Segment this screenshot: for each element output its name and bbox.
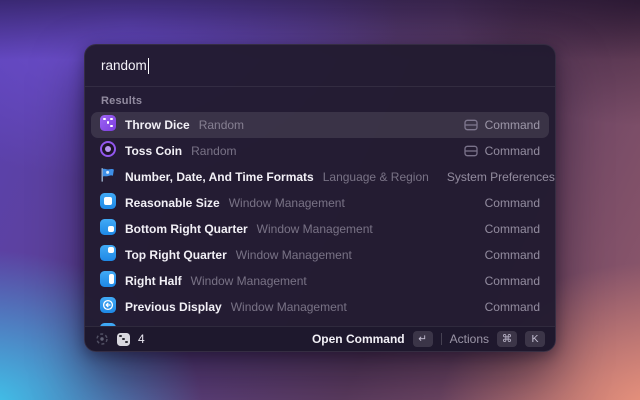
wm-reasonable-size-icon [100,192,116,214]
result-row[interactable]: Top Right Quarter Window Management Comman… [91,242,549,268]
result-subtitle: Random [198,118,245,132]
result-title: Number, Date, And Time Formats [125,170,314,184]
wm-previous-display-icon [100,296,116,318]
result-subtitle: Language & Region [322,170,429,184]
command-type-icon [463,119,478,131]
results-section-header: Results [101,95,143,107]
result-row[interactable]: Previous Display Window Management Command [91,294,549,320]
result-title: Throw Dice [125,118,190,132]
result-type-label: Command [484,196,540,210]
open-command-button[interactable]: Open Command [312,332,405,346]
result-type-label: System Preferences [446,170,555,184]
command-type-icon [463,145,478,157]
result-row[interactable]: Bottom Right Quarter Window Management Com… [91,216,549,242]
dice-result-value: 4 [138,332,145,346]
wm-right-half-icon [100,270,116,292]
wm-bottom-right-quarter-icon [100,218,116,240]
result-subtitle: Window Management [256,222,373,236]
result-row[interactable]: Reasonable Size Window Management Command [91,190,549,216]
result-type-label: Command [484,222,540,236]
wm-center-half-icon [100,322,116,326]
actions-button[interactable]: Actions [450,332,489,346]
search-query-text: random [101,58,147,73]
wm-top-right-quarter-icon [100,244,116,266]
result-title: Top Right Quarter [125,248,227,262]
result-row[interactable]: Throw Dice Random Command [91,112,549,138]
flag-icon [100,167,116,188]
results-list: Throw Dice Random Command Toss Coin Random Co… [85,112,555,326]
footer-divider [440,333,442,345]
launcher-window: random Results Throw Dice Random Command To… [84,44,556,352]
result-subtitle: Window Management [230,300,347,314]
result-type-label: Command [484,144,540,158]
k-key-badge: K [525,331,545,347]
search-input[interactable]: random [85,45,555,87]
result-type-label: Command [484,300,540,314]
result-type-label: Command [484,118,540,132]
return-key-badge: ↵ [412,331,433,347]
result-subtitle: Window Management [235,248,352,262]
result-title: Bottom Right Quarter [125,222,248,236]
result-title: Reasonable Size [125,196,220,210]
result-type-label: Command [484,274,540,288]
raycast-logo-icon [96,333,108,345]
text-caret [147,57,150,74]
result-row[interactable]: Number, Date, And Time Formats Language &… [91,164,555,190]
result-title: Right Half [125,274,182,288]
result-subtitle: Random [191,144,237,158]
command-key-badge: ⌘ [497,331,517,347]
result-title: Toss Coin [125,144,183,158]
result-row[interactable]: Toss Coin Random Command [91,138,549,164]
coin-icon [100,140,116,162]
result-type-label: Command [484,248,540,262]
result-subtitle: Window Management [190,274,307,288]
result-subtitle: Window Management [228,196,345,210]
result-row[interactable]: Right Half Window Management Command [91,268,549,294]
result-title: Previous Display [125,300,222,314]
dice-result-icon [117,332,130,346]
footer-bar: 4 Open Command ↵ Actions ⌘ K [85,326,555,351]
dice-icon [100,114,116,136]
